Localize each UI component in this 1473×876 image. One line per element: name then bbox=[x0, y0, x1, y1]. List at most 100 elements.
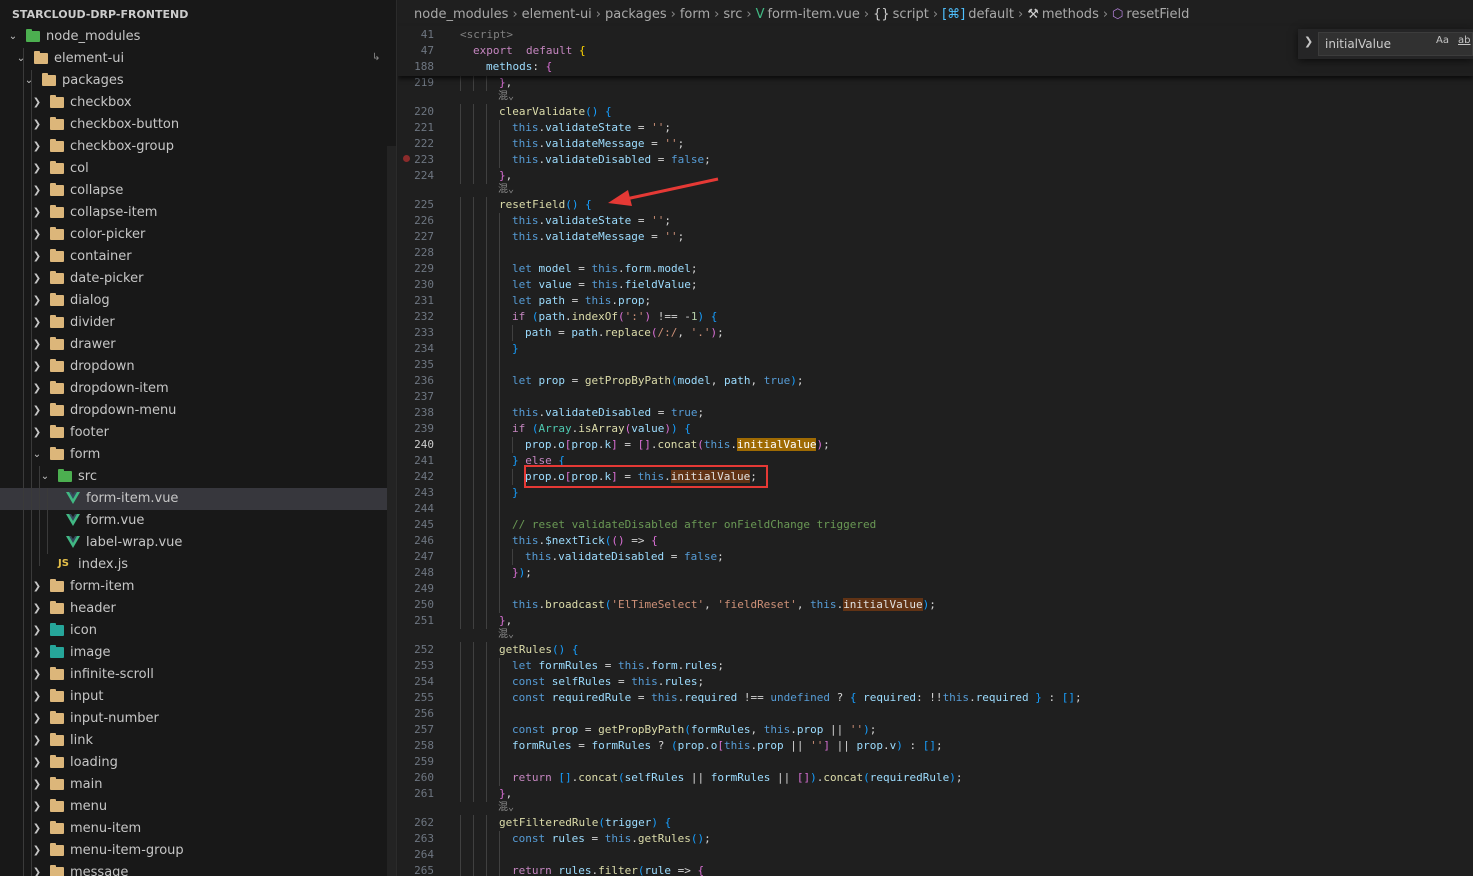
chevron-down-icon[interactable]: ⌄ bbox=[40, 466, 50, 488]
code-line[interactable]: 258 formRules = formRules ? (prop.o[this.… bbox=[398, 738, 1473, 754]
tree-item[interactable]: ❯ footer bbox=[0, 422, 396, 444]
find-replace-toggle-icon[interactable]: ❯ bbox=[1304, 35, 1316, 53]
chevron-right-icon[interactable]: ❯ bbox=[32, 708, 42, 730]
code-line[interactable]: 234} bbox=[398, 341, 1473, 357]
tree-item[interactable]: ❯ loading bbox=[0, 752, 396, 774]
code-line[interactable]: 250 this.broadcast('ElTimeSelect', 'field… bbox=[398, 597, 1473, 613]
chevron-right-icon[interactable]: ❯ bbox=[32, 730, 42, 752]
tree-item[interactable]: ⌄ element-ui bbox=[0, 48, 396, 70]
tree-item[interactable]: label-wrap.vue bbox=[0, 532, 396, 554]
chevron-right-icon[interactable]: ❯ bbox=[32, 752, 42, 774]
tree-item[interactable]: ❯ header bbox=[0, 598, 396, 620]
tree-item[interactable]: ❯ divider bbox=[0, 312, 396, 334]
code-line[interactable]: 239 if (Array.isArray(value)) { bbox=[398, 421, 1473, 437]
code-line[interactable]: 219}, bbox=[398, 75, 1473, 91]
code-line[interactable]: 244 bbox=[398, 501, 1473, 517]
chevron-down-icon[interactable]: ⌄ bbox=[16, 48, 26, 70]
tree-item[interactable]: ❯ menu-item-group bbox=[0, 840, 396, 862]
chevron-right-icon[interactable]: ❯ bbox=[32, 202, 42, 224]
tree-item[interactable]: ❯ checkbox-group bbox=[0, 136, 396, 158]
chevron-right-icon[interactable]: ❯ bbox=[32, 246, 42, 268]
code-line[interactable]: 265 return rules.filter(rule => { bbox=[398, 863, 1473, 876]
tree-item[interactable]: form.vue bbox=[0, 510, 396, 532]
tree-item[interactable]: ❯ menu bbox=[0, 796, 396, 818]
tree-item[interactable]: form-item.vue bbox=[0, 488, 396, 510]
codelens-icon[interactable]: 混⌄ bbox=[498, 802, 514, 814]
code-line[interactable]: 236 let prop = getPropByPath(model, path,… bbox=[398, 373, 1473, 389]
code-line[interactable]: 253 let formRules = this.form.rules; bbox=[398, 658, 1473, 674]
tree-item[interactable]: ⌄ form bbox=[0, 444, 396, 466]
code-line[interactable]: 237 bbox=[398, 389, 1473, 405]
chevron-right-icon[interactable]: ❯ bbox=[32, 136, 42, 158]
tree-item[interactable]: ❯ collapse-item bbox=[0, 202, 396, 224]
breadcrumb-item[interactable]: ⚒ methods bbox=[1027, 7, 1099, 22]
codelens-icon[interactable]: 混⌄ bbox=[498, 91, 514, 103]
tree-item[interactable]: ⌄ src bbox=[0, 466, 396, 488]
chevron-right-icon[interactable]: ❯ bbox=[32, 620, 42, 642]
code-line[interactable]: 262 getFilteredRule(trigger) { bbox=[398, 815, 1473, 831]
match-case-icon[interactable]: Aa bbox=[1436, 35, 1449, 46]
tree-item[interactable]: ❯ input-number bbox=[0, 708, 396, 730]
code-line[interactable]: 252 getRules() { bbox=[398, 642, 1473, 658]
codelens-icon[interactable]: 混⌄ bbox=[498, 629, 514, 641]
code-line[interactable]: 229 let model = this.form.model; bbox=[398, 261, 1473, 277]
chevron-right-icon[interactable]: ❯ bbox=[32, 290, 42, 312]
code-line[interactable]: 264 bbox=[398, 847, 1473, 863]
chevron-right-icon[interactable]: ❯ bbox=[32, 114, 42, 136]
code-line[interactable]: 225 resetField() { bbox=[398, 197, 1473, 213]
chevron-right-icon[interactable]: ❯ bbox=[32, 598, 42, 620]
breadcrumb-item[interactable]: form bbox=[680, 7, 710, 22]
code-line[interactable]: 221 this.validateState = ''; bbox=[398, 120, 1473, 136]
breadcrumb-item[interactable]: [⌘] default bbox=[942, 7, 1014, 22]
code-line[interactable]: 231 let path = this.prop; bbox=[398, 293, 1473, 309]
chevron-right-icon[interactable]: ❯ bbox=[32, 576, 42, 598]
tree-item[interactable]: ⌄ node_modules bbox=[0, 26, 396, 48]
code-line[interactable]: 255 const requiredRule = this.required !=… bbox=[398, 690, 1473, 706]
chevron-right-icon[interactable]: ❯ bbox=[32, 840, 42, 862]
code-line[interactable]: 230 let value = this.fieldValue; bbox=[398, 277, 1473, 293]
code-line[interactable]: 233 path = path.replace(/:/, '.'); bbox=[398, 325, 1473, 341]
tree-item[interactable]: ❯ collapse bbox=[0, 180, 396, 202]
tree-item[interactable]: ❯ icon bbox=[0, 620, 396, 642]
chevron-right-icon[interactable]: ❯ bbox=[32, 774, 42, 796]
sidebar-scrollbar[interactable] bbox=[387, 146, 396, 876]
code-line[interactable]: 240 prop.o[prop.k] = [].concat(this.initi… bbox=[398, 437, 1473, 453]
chevron-right-icon[interactable]: ❯ bbox=[32, 422, 42, 444]
code-line[interactable]: 257 const prop = getPropByPath(formRules,… bbox=[398, 722, 1473, 738]
tree-item[interactable]: ❯ main bbox=[0, 774, 396, 796]
tree-item[interactable]: ❯ input bbox=[0, 686, 396, 708]
find-input[interactable] bbox=[1318, 32, 1473, 56]
code-line[interactable]: 245 // reset validateDisabled after onFie… bbox=[398, 517, 1473, 533]
code-line[interactable]: 224}, bbox=[398, 168, 1473, 184]
breadcrumb-item[interactable]: {} script bbox=[873, 7, 929, 22]
code-line[interactable]: 238 this.validateDisabled = true; bbox=[398, 405, 1473, 421]
code-line[interactable]: 222 this.validateMessage = ''; bbox=[398, 136, 1473, 152]
tree-item[interactable]: ❯ message bbox=[0, 862, 396, 876]
code-line[interactable]: 251}, bbox=[398, 613, 1473, 629]
tree-item[interactable]: ❯ menu-item bbox=[0, 818, 396, 840]
chevron-right-icon[interactable]: ❯ bbox=[32, 862, 42, 876]
tree-item[interactable]: ❯ form-item bbox=[0, 576, 396, 598]
tree-item[interactable]: ❯ dropdown-menu bbox=[0, 400, 396, 422]
tree-item[interactable]: ❯ image bbox=[0, 642, 396, 664]
code-line[interactable]: 223 this.validateDisabled = false; bbox=[398, 152, 1473, 168]
tree-item[interactable]: ❯ checkbox-button bbox=[0, 114, 396, 136]
chevron-right-icon[interactable]: ❯ bbox=[32, 796, 42, 818]
tree-item[interactable]: ❯ container bbox=[0, 246, 396, 268]
chevron-right-icon[interactable]: ❯ bbox=[32, 818, 42, 840]
breadcrumb-item[interactable]: ⬡ resetField bbox=[1112, 7, 1189, 22]
tree-item[interactable]: ❯ link bbox=[0, 730, 396, 752]
chevron-down-icon[interactable]: ⌄ bbox=[32, 444, 42, 466]
chevron-right-icon[interactable]: ❯ bbox=[32, 312, 42, 334]
code-line[interactable]: 227 this.validateMessage = ''; bbox=[398, 229, 1473, 245]
code-line[interactable]: 247 this.validateDisabled = false; bbox=[398, 549, 1473, 565]
code-line[interactable]: 246 this.$nextTick(() => { bbox=[398, 533, 1473, 549]
code-line[interactable]: 261}, bbox=[398, 786, 1473, 802]
tree-item[interactable]: ⌄ packages bbox=[0, 70, 396, 92]
tree-item[interactable]: ❯ dropdown-item bbox=[0, 378, 396, 400]
code-line[interactable]: 232 if (path.indexOf(':') !== -1) { bbox=[398, 309, 1473, 325]
code-line[interactable]: 249 bbox=[398, 581, 1473, 597]
chevron-right-icon[interactable]: ❯ bbox=[32, 686, 42, 708]
chevron-right-icon[interactable]: ❯ bbox=[32, 642, 42, 664]
tree-item[interactable]: JS index.js bbox=[0, 554, 396, 576]
